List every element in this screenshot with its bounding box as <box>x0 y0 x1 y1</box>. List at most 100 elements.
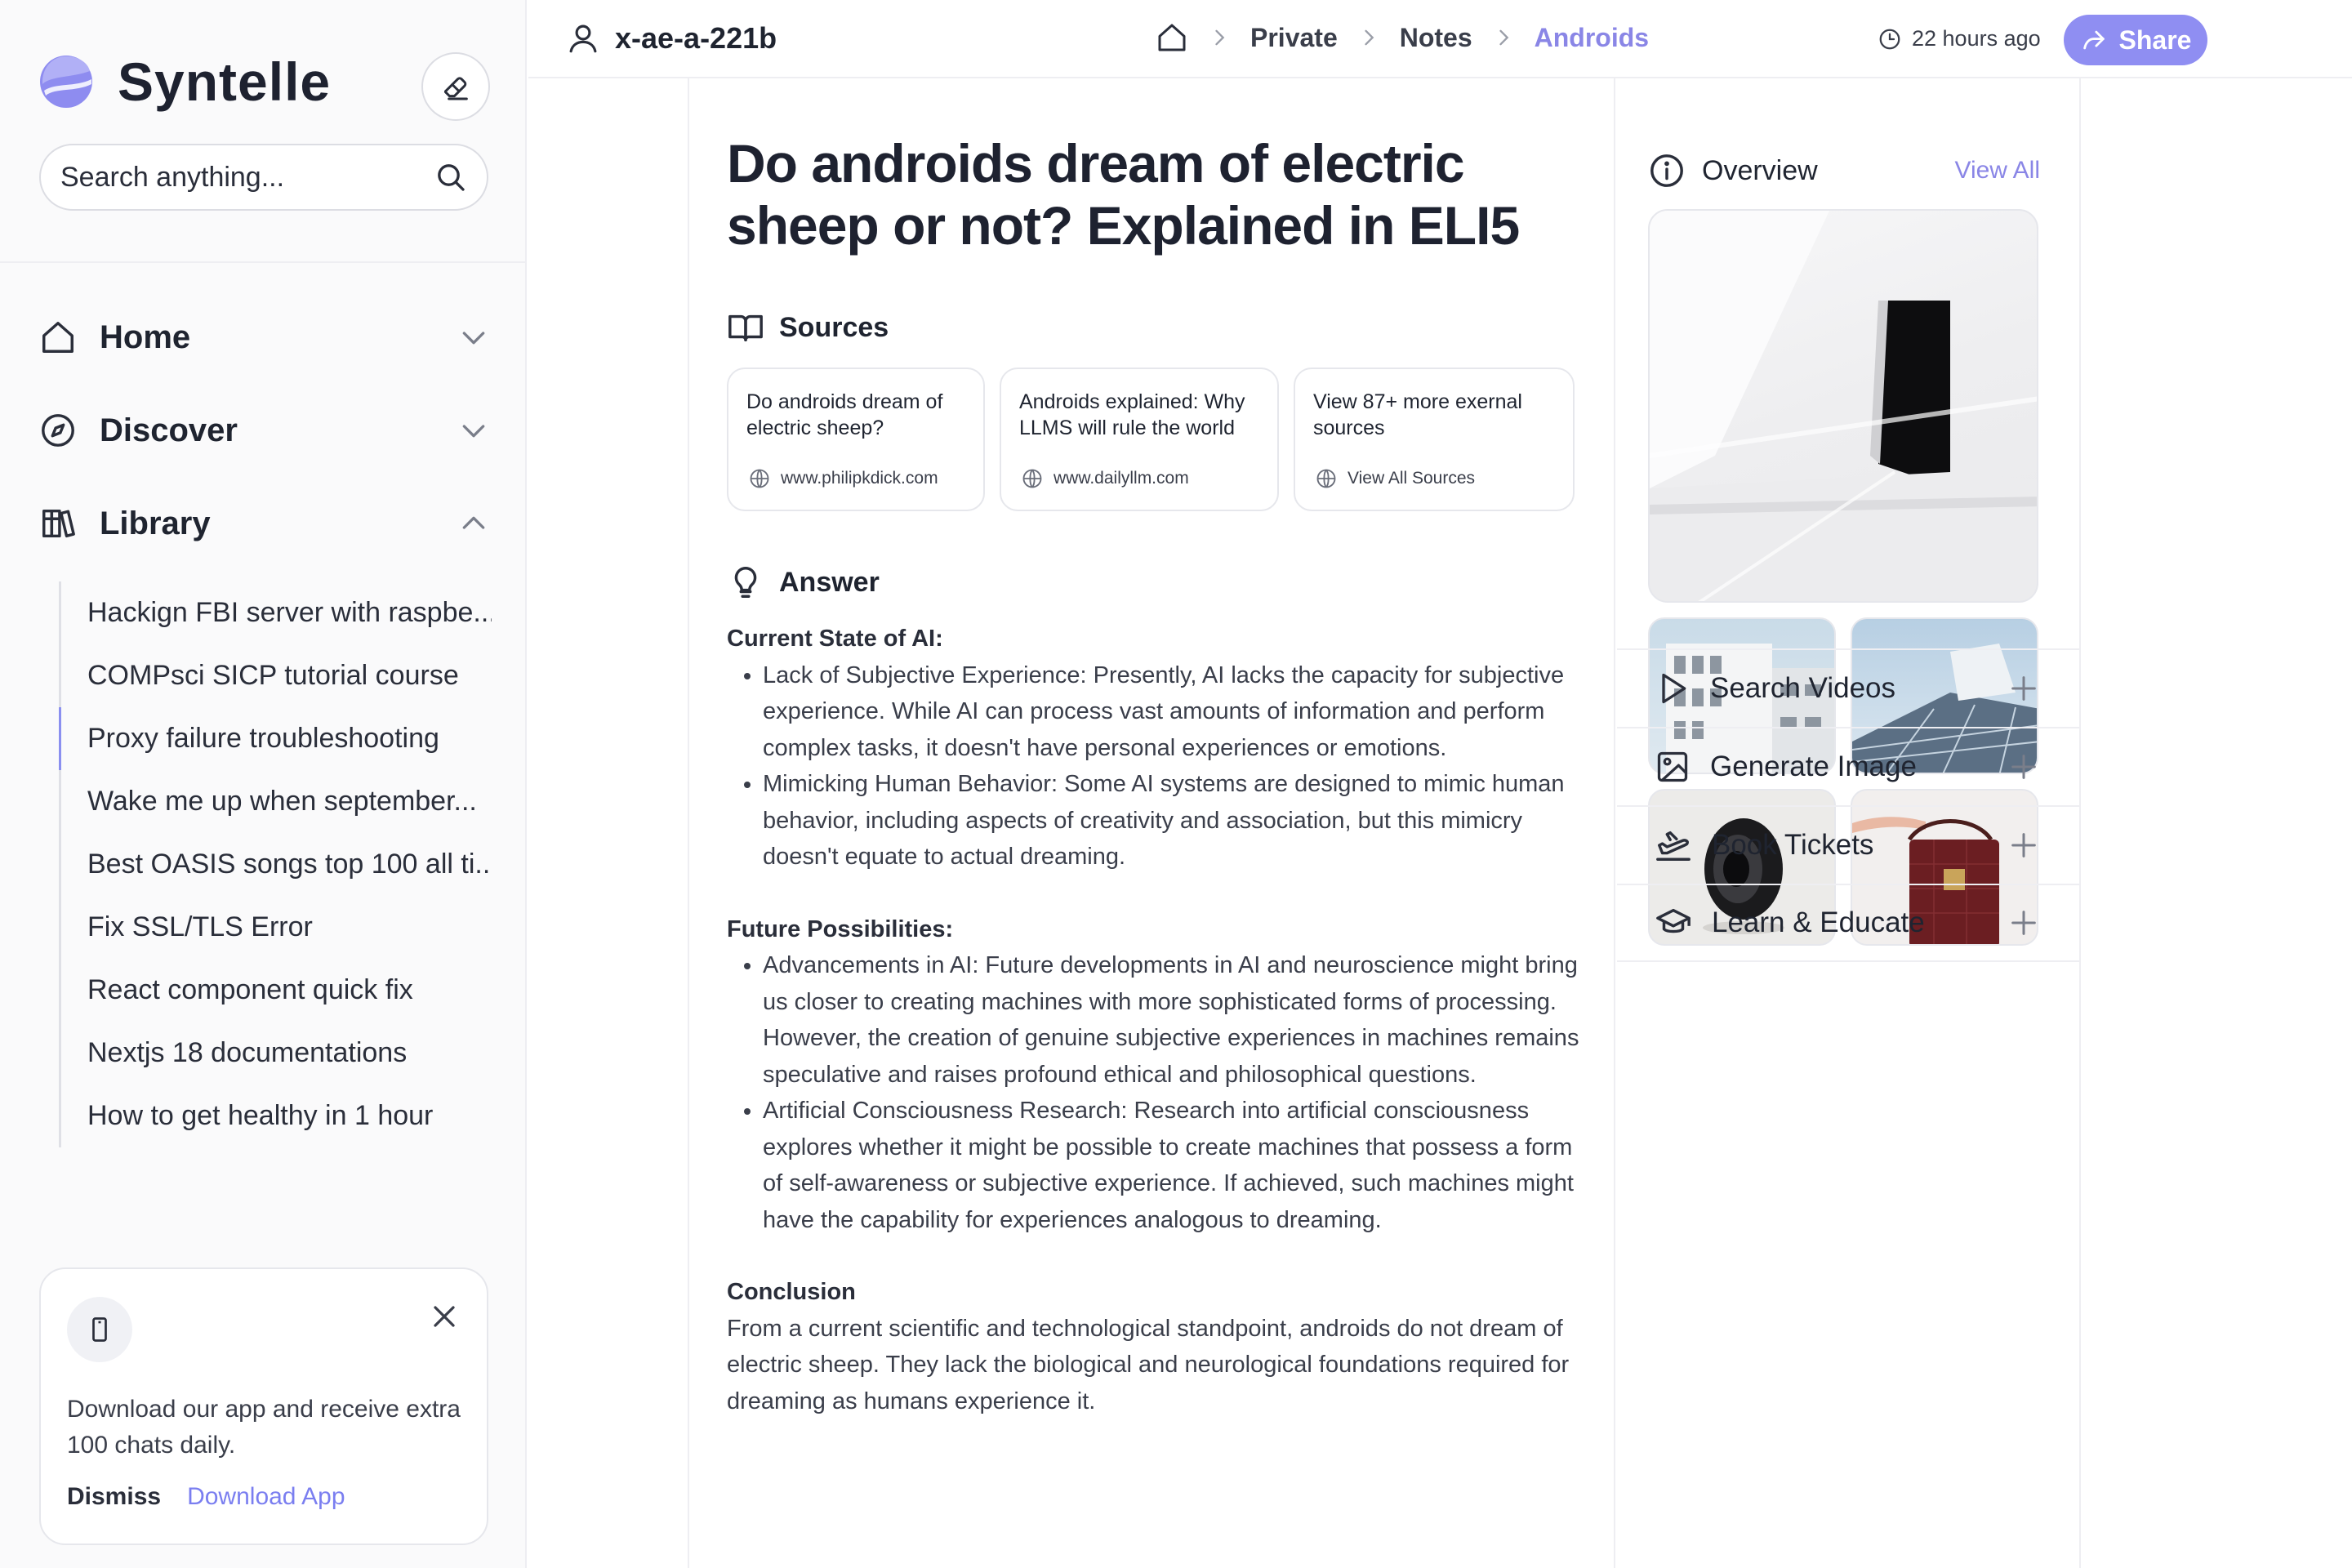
dismiss-button[interactable]: Dismiss <box>67 1483 161 1511</box>
library-item[interactable]: COMPsci SICP tutorial course <box>61 644 492 707</box>
compass-icon <box>42 414 74 447</box>
library-item-active[interactable]: Proxy failure troubleshooting <box>59 707 492 770</box>
library-item[interactable]: Best OASIS songs top 100 all ti... <box>61 833 492 896</box>
plus-icon[interactable] <box>2007 829 2040 862</box>
tool-search-videos[interactable]: Search Videos <box>1617 648 2079 727</box>
brand[interactable]: Syntelle <box>39 51 331 113</box>
search-icon[interactable] <box>434 161 467 194</box>
close-icon[interactable] <box>426 1298 462 1334</box>
answer-list-item: Mimicking Human Behavior: Some AI system… <box>763 766 1592 875</box>
source-card[interactable]: Do androids dream of electric sheep? www… <box>727 368 985 511</box>
breadcrumb-notes[interactable]: Notes <box>1400 23 1472 53</box>
last-edited-time: 22 hours ago <box>1912 26 2041 51</box>
globe-icon <box>1316 469 1336 488</box>
breadcrumb: Private Notes Androids <box>1156 21 1649 54</box>
library-item[interactable]: React component quick fix <box>61 959 492 1022</box>
tool-label: Search Videos <box>1710 672 1896 704</box>
view-all-sources-link[interactable]: View All Sources <box>1315 467 1475 490</box>
phone-icon <box>92 1317 107 1342</box>
airplane-takeoff-icon <box>1656 831 1690 861</box>
home-icon <box>42 322 74 353</box>
answer-list: Advancements in AI: Future developments … <box>763 947 1592 1238</box>
chevron-down-icon[interactable] <box>457 414 490 447</box>
main-content: Do androids dream of electric sheep or n… <box>688 78 1615 1568</box>
plus-icon[interactable] <box>2007 672 2040 705</box>
sources-label: Sources <box>779 311 889 343</box>
tool-learn-educate[interactable]: Learn & Educate <box>1617 884 2079 962</box>
share-arrow-icon <box>2082 30 2105 50</box>
info-icon <box>1650 154 1683 187</box>
play-icon <box>1662 673 1686 704</box>
overview-label: Overview <box>1702 154 1818 186</box>
download-app-button[interactable]: Download App <box>187 1483 345 1511</box>
library-item[interactable]: How to get healthy in 1 hour <box>61 1085 492 1147</box>
view-all-sources: View All Sources <box>1348 469 1476 488</box>
sidebar-divider <box>0 261 527 263</box>
breadcrumb-private[interactable]: Private <box>1250 23 1338 53</box>
sources-heading: Sources <box>727 309 889 346</box>
promo-icon-badge <box>67 1297 132 1362</box>
answer-body: Current State of AI: Lack of Subjective … <box>727 621 1592 1419</box>
view-all-link[interactable]: View All <box>1954 157 2040 185</box>
home-icon[interactable] <box>1156 21 1188 54</box>
user-profile[interactable]: x-ae-a-221b <box>566 21 777 56</box>
source-card-more[interactable]: View 87+ more exernal sources View All S… <box>1294 368 1575 511</box>
share-button[interactable]: Share <box>2064 15 2207 65</box>
source-link[interactable]: www.philipkdick.com <box>748 467 938 490</box>
answer-heading: Answer <box>727 564 880 601</box>
source-link[interactable]: www.dailyllm.com <box>1021 467 1189 490</box>
library-books-icon <box>42 509 75 538</box>
eraser-icon <box>443 77 468 100</box>
brand-name: Syntelle <box>118 51 332 112</box>
sources-list: Do androids dream of electric sheep? www… <box>727 368 1575 511</box>
answer-list-item: Artificial Consciousness Research: Resea… <box>763 1093 1592 1238</box>
nav-label-discover: Discover <box>100 412 238 448</box>
nav-label-library: Library <box>100 505 211 541</box>
user-icon <box>569 24 597 53</box>
new-chat-button[interactable] <box>421 52 490 121</box>
nav-item-home[interactable]: Home <box>39 309 490 366</box>
library-list: Hackign FBI server with raspbe... COMPsc… <box>59 581 492 1147</box>
answer-section-title: Future Possibilities: <box>727 915 954 942</box>
lightbulb-icon <box>734 567 757 598</box>
library-item[interactable]: Wake me up when september... <box>61 770 492 833</box>
plus-icon[interactable] <box>2007 906 2040 939</box>
last-edited: 22 hours ago <box>1878 26 2041 51</box>
overview-main-image[interactable] <box>1648 209 2038 603</box>
chevron-down-icon[interactable] <box>457 321 490 354</box>
source-url: www.philipkdick.com <box>781 469 938 488</box>
answer-label: Answer <box>779 566 880 598</box>
tool-book-tickets[interactable]: Book Tickets <box>1617 805 2079 884</box>
globe-icon <box>750 469 769 488</box>
tool-label: Book Tickets <box>1712 829 1874 861</box>
plus-icon[interactable] <box>2007 751 2040 783</box>
share-label: Share <box>2118 24 2192 55</box>
tool-label: Generate Image <box>1710 751 1917 782</box>
chevron-right-icon <box>1499 29 1508 46</box>
chevron-right-icon <box>1365 29 1374 46</box>
globe-icon <box>1022 469 1042 488</box>
tool-label: Learn & Educate <box>1712 906 1925 938</box>
search-input[interactable] <box>60 161 434 194</box>
nav-item-library[interactable]: Library <box>39 495 490 552</box>
tool-generate-image[interactable]: Generate Image <box>1617 727 2079 805</box>
breadcrumb-androids[interactable]: Androids <box>1535 23 1649 53</box>
clock-icon <box>1879 29 1900 49</box>
source-title: View 87+ more exernal sources <box>1313 390 1522 439</box>
sidebar: Syntelle Home Discover Library Hackign F… <box>0 0 527 1568</box>
answer-list-item: Advancements in AI: Future developments … <box>763 947 1592 1093</box>
username: x-ae-a-221b <box>615 21 777 55</box>
source-card[interactable]: Androids explained: Why LLMS will rule t… <box>1000 368 1279 511</box>
nav-item-discover[interactable]: Discover <box>39 402 490 459</box>
answer-section-title: Conclusion <box>727 1279 856 1305</box>
promo-actions: Dismiss Download App <box>67 1483 345 1511</box>
chevron-up-icon[interactable] <box>457 507 490 540</box>
library-item[interactable]: Fix SSL/TLS Error <box>61 896 492 959</box>
search-box[interactable] <box>39 144 488 211</box>
page-title: Do androids dream of electric sheep or n… <box>727 133 1520 256</box>
download-app-promo: Download our app and receive extra 100 c… <box>39 1267 488 1545</box>
answer-list: Lack of Subjective Experience: Presently… <box>763 657 1592 875</box>
library-item[interactable]: Hackign FBI server with raspbe... <box>61 581 492 644</box>
source-title: Androids explained: Why LLMS will rule t… <box>1019 390 1245 439</box>
library-item[interactable]: Nextjs 18 documentations <box>61 1022 492 1085</box>
